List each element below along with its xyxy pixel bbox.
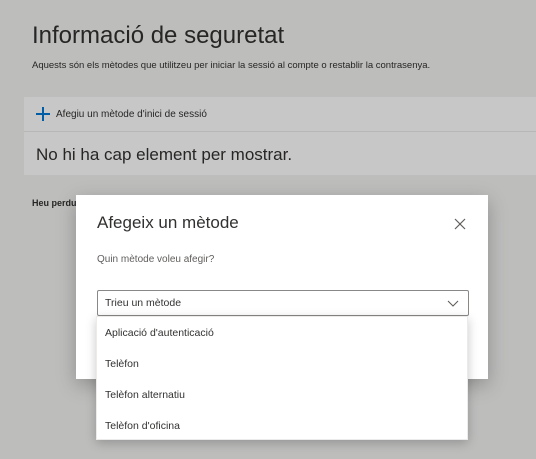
option-alternate-phone[interactable]: Telèfon alternatiu: [97, 379, 467, 410]
chevron-down-icon: [447, 300, 459, 307]
dialog-question: Quin mètode voleu afegir?: [97, 254, 215, 265]
method-select[interactable]: Trieu un mètode: [97, 290, 469, 316]
option-phone[interactable]: Telèfon: [97, 348, 467, 379]
option-office-phone[interactable]: Telèfon d'oficina: [97, 410, 467, 441]
option-authenticator-app[interactable]: Aplicació d'autenticació: [97, 317, 467, 348]
select-value: Trieu un mètode: [105, 297, 182, 309]
dialog-title: Afegeix un mètode: [97, 213, 239, 232]
method-dropdown-list: Aplicació d'autenticació Telèfon Telèfon…: [96, 316, 468, 440]
close-icon[interactable]: [452, 216, 468, 232]
